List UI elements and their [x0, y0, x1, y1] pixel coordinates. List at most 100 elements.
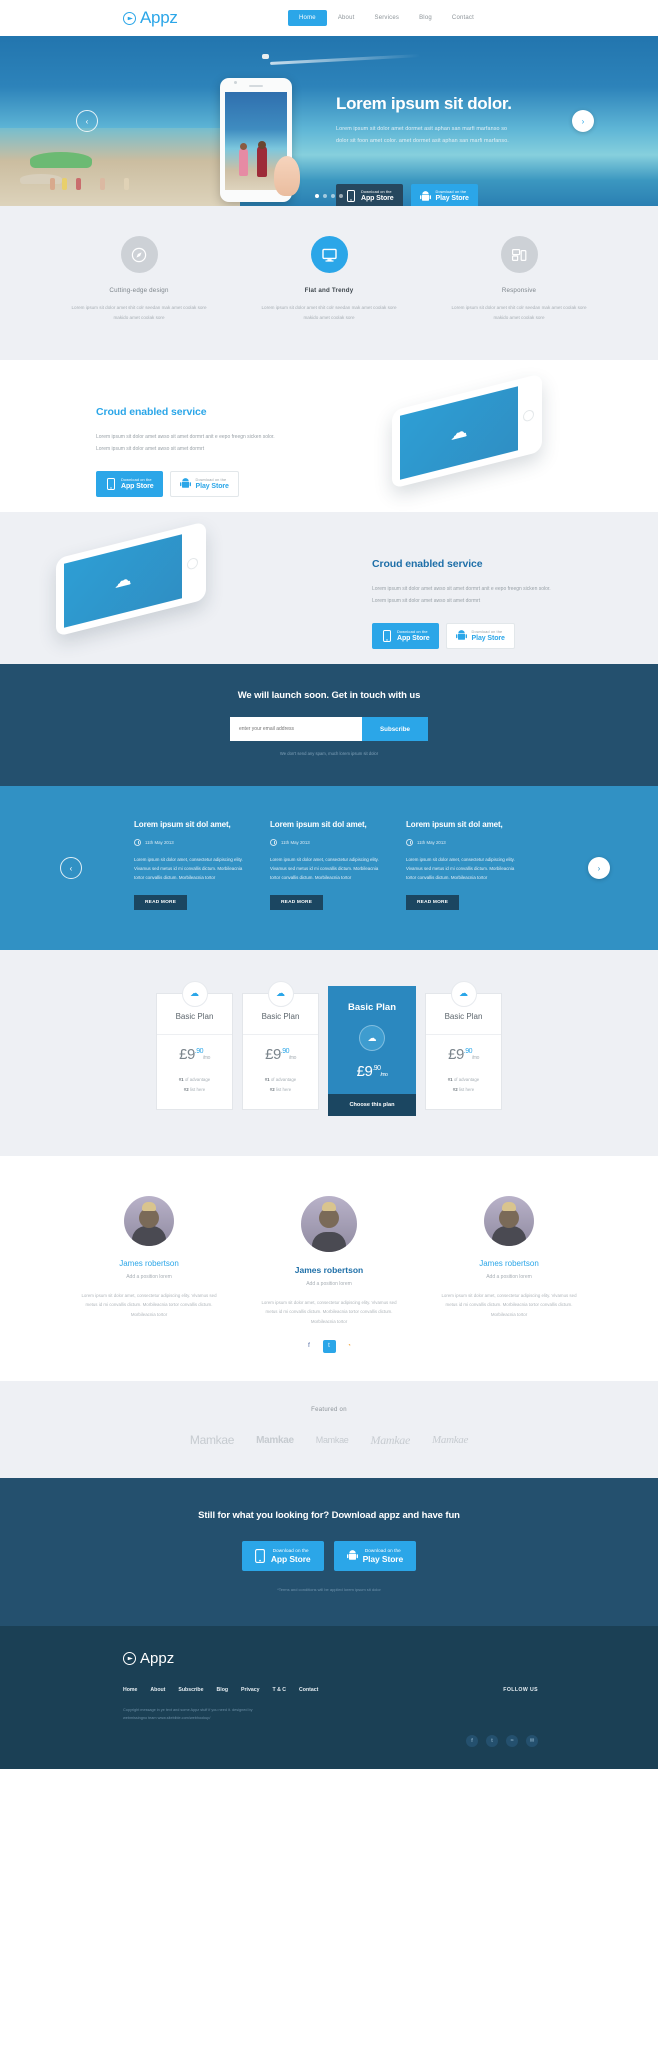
- read-more-button[interactable]: READ MORE: [270, 895, 324, 911]
- phone-screen: ☁: [400, 386, 518, 480]
- choose-plan-button[interactable]: Choose this plan: [328, 1094, 416, 1117]
- featured-on-logos: Mamkae Mamkae Mamkae Mamkae Mamkae: [0, 1433, 658, 1448]
- play-store-label: Download on the Play Store: [196, 477, 229, 489]
- partner-logo: Mamkae: [256, 1434, 294, 1446]
- person-figure-1: [239, 143, 248, 176]
- subscribe-button[interactable]: Subscribe: [362, 717, 428, 742]
- post-title[interactable]: Lorem ipsum sit dol amet,: [134, 820, 252, 831]
- blog-post: Lorem ipsum sit dol amet, 11th May 2013 …: [406, 820, 524, 911]
- app-store-button[interactable]: Download on the App Store: [372, 622, 439, 649]
- cta-section: Still for what you looking for? Download…: [0, 1477, 658, 1627]
- play-store-label: Download on the Play Store: [472, 629, 505, 641]
- post-excerpt: Lorem ipsum sit dolor amet, consectetur …: [270, 857, 379, 881]
- blog-prev-arrow[interactable]: ‹: [60, 857, 82, 880]
- cta-note: *Terms and conditions will be applied lo…: [277, 1587, 381, 1593]
- partner-logo: Mamkae: [189, 1433, 235, 1448]
- nav-item-home[interactable]: Home: [288, 10, 327, 26]
- feature-text: of advantage: [452, 1076, 480, 1082]
- blog-next-arrow[interactable]: ›: [588, 857, 610, 880]
- feature-responsive: Responsive Lorem ipsum sit dolor amet sh…: [450, 236, 588, 322]
- plan-features: #1 of advantage #2 list here: [157, 1075, 232, 1095]
- cloud-icon: ☁: [267, 980, 294, 1007]
- plan-name: Basic Plan: [444, 1011, 483, 1021]
- member-name: James robertson: [119, 1259, 179, 1269]
- carousel-dot-3[interactable]: [331, 194, 335, 198]
- pricing-plan[interactable]: ☁ Basic Plan £9.90/mo #1 of advantage #2…: [156, 980, 233, 1110]
- email-icon[interactable]: ✉: [526, 1734, 538, 1747]
- rss-icon[interactable]: ◔: [343, 1340, 356, 1353]
- featured-on-title: Featured on: [311, 1406, 347, 1413]
- footer-link-privacy[interactable]: Privacy: [241, 1687, 259, 1693]
- price-period: /mo: [472, 1054, 479, 1061]
- plan-features: #1 of advantage #2 list here: [426, 1075, 501, 1095]
- app-store-label: Download on the App Store: [397, 629, 430, 641]
- price-period: /mo: [203, 1054, 210, 1061]
- footer-link-subscribe[interactable]: Subscribe: [178, 1687, 203, 1693]
- nav-item-blog[interactable]: Blog: [410, 10, 441, 26]
- twitter-icon[interactable]: t: [486, 1734, 498, 1747]
- nav-item-contact[interactable]: Contact: [443, 10, 483, 26]
- carousel-dot-1[interactable]: [315, 194, 319, 198]
- phone-camera-icon: [234, 81, 237, 84]
- pricing-plan-featured[interactable]: Basic Plan ☁ £9.90/mo Choose this plan: [328, 986, 416, 1117]
- app-store-button[interactable]: Download on the App Store: [241, 1540, 324, 1572]
- read-more-button[interactable]: READ MORE: [134, 895, 188, 911]
- footer-logo-text: Appz: [140, 1650, 175, 1668]
- play-store-button[interactable]: Download on the Play Store: [410, 184, 478, 206]
- nav-item-about[interactable]: About: [329, 10, 364, 26]
- play-store-button[interactable]: Download on the Play Store: [333, 1540, 417, 1572]
- phone-speaker-icon: [249, 85, 263, 87]
- post-title[interactable]: Lorem ipsum sit dol amet,: [406, 820, 524, 831]
- feature-title: Cutting-edge design: [109, 287, 169, 294]
- footer-link-home[interactable]: Home: [123, 1687, 137, 1693]
- play-store-top-text: Download on the: [435, 189, 467, 195]
- app-store-top-text: Download on the: [272, 1547, 309, 1553]
- email-input[interactable]: [230, 717, 362, 742]
- read-more-button[interactable]: READ MORE: [406, 895, 460, 911]
- play-store-button[interactable]: Download on the Play Store: [169, 470, 239, 497]
- thumb-illustration: [274, 156, 300, 196]
- team-row: James robertson Add a position lorem Lor…: [0, 1196, 658, 1353]
- pricing-plan[interactable]: ☁ Basic Plan £9.90/mo #1 of advantage #2…: [425, 980, 502, 1110]
- play-store-button[interactable]: Download on the Play Store: [445, 622, 515, 649]
- cloud-copy-2: Croud enabled service Lorem ipsum sit do…: [372, 558, 562, 649]
- partner-logo: Mamkae: [370, 1432, 411, 1447]
- facebook-icon[interactable]: f: [466, 1734, 478, 1747]
- carousel-dot-4[interactable]: [339, 194, 343, 198]
- carousel-dot-2[interactable]: [323, 194, 327, 198]
- plan-name: Basic Plan: [261, 1011, 300, 1021]
- post-date: 11th May 2013: [145, 840, 174, 846]
- feature-description: Lorem ipsum sit dolor amet shit colr see…: [451, 305, 587, 320]
- carousel-next-arrow[interactable]: ›: [572, 110, 594, 132]
- cloud-service-section-1: Croud enabled service Lorem ipsum sit do…: [0, 360, 658, 513]
- post-title[interactable]: Lorem ipsum sit dol amet,: [270, 820, 388, 831]
- phone-device: ☁: [392, 373, 542, 489]
- twitter-icon[interactable]: t: [322, 1339, 336, 1353]
- member-socials: f t ◔: [259, 1339, 399, 1353]
- site-logo[interactable]: Appz: [123, 8, 178, 28]
- footer-link-about[interactable]: About: [150, 1687, 165, 1693]
- member-name: James robertson: [479, 1259, 539, 1269]
- carousel-prev-arrow[interactable]: ‹: [76, 110, 98, 132]
- facebook-icon[interactable]: f: [303, 1340, 316, 1353]
- featured-on-section: Featured on Mamkae Mamkae Mamkae Mamkae …: [0, 1380, 658, 1478]
- feature-flat-and-trendy: Flat and Trendy Lorem ipsum sit dolor am…: [260, 236, 398, 322]
- post-excerpt: Lorem ipsum sit dolor amet, consectetur …: [406, 857, 515, 881]
- avatar-hat: [502, 1202, 516, 1212]
- footer-link-contact[interactable]: Contact: [299, 1687, 318, 1693]
- price-amount: £9: [448, 1045, 464, 1063]
- footer-link-blog[interactable]: Blog: [217, 1687, 229, 1693]
- member-description: Lorem ipsum sit dolor amet, consectetur …: [81, 1293, 217, 1317]
- page-root: Appz Home About Services Blog Contact Lo…: [0, 0, 658, 1769]
- devices-icon: [500, 236, 538, 273]
- home-button-icon: [523, 409, 534, 423]
- nav-item-services[interactable]: Services: [366, 10, 409, 26]
- app-store-button[interactable]: Download on the App Store: [336, 184, 403, 206]
- avatar-head: [499, 1208, 519, 1229]
- app-store-button[interactable]: Download on the App Store: [96, 470, 163, 497]
- footer-logo[interactable]: Appz: [123, 1650, 658, 1667]
- rss-icon[interactable]: ≈: [506, 1734, 518, 1747]
- pricing-plan[interactable]: ☁ Basic Plan £9.90/mo #1 of advantage #2…: [242, 980, 319, 1110]
- footer-link-terms[interactable]: T & C: [273, 1687, 287, 1693]
- newsletter-note: We don't send any spam, much lorem ipsum…: [279, 751, 379, 757]
